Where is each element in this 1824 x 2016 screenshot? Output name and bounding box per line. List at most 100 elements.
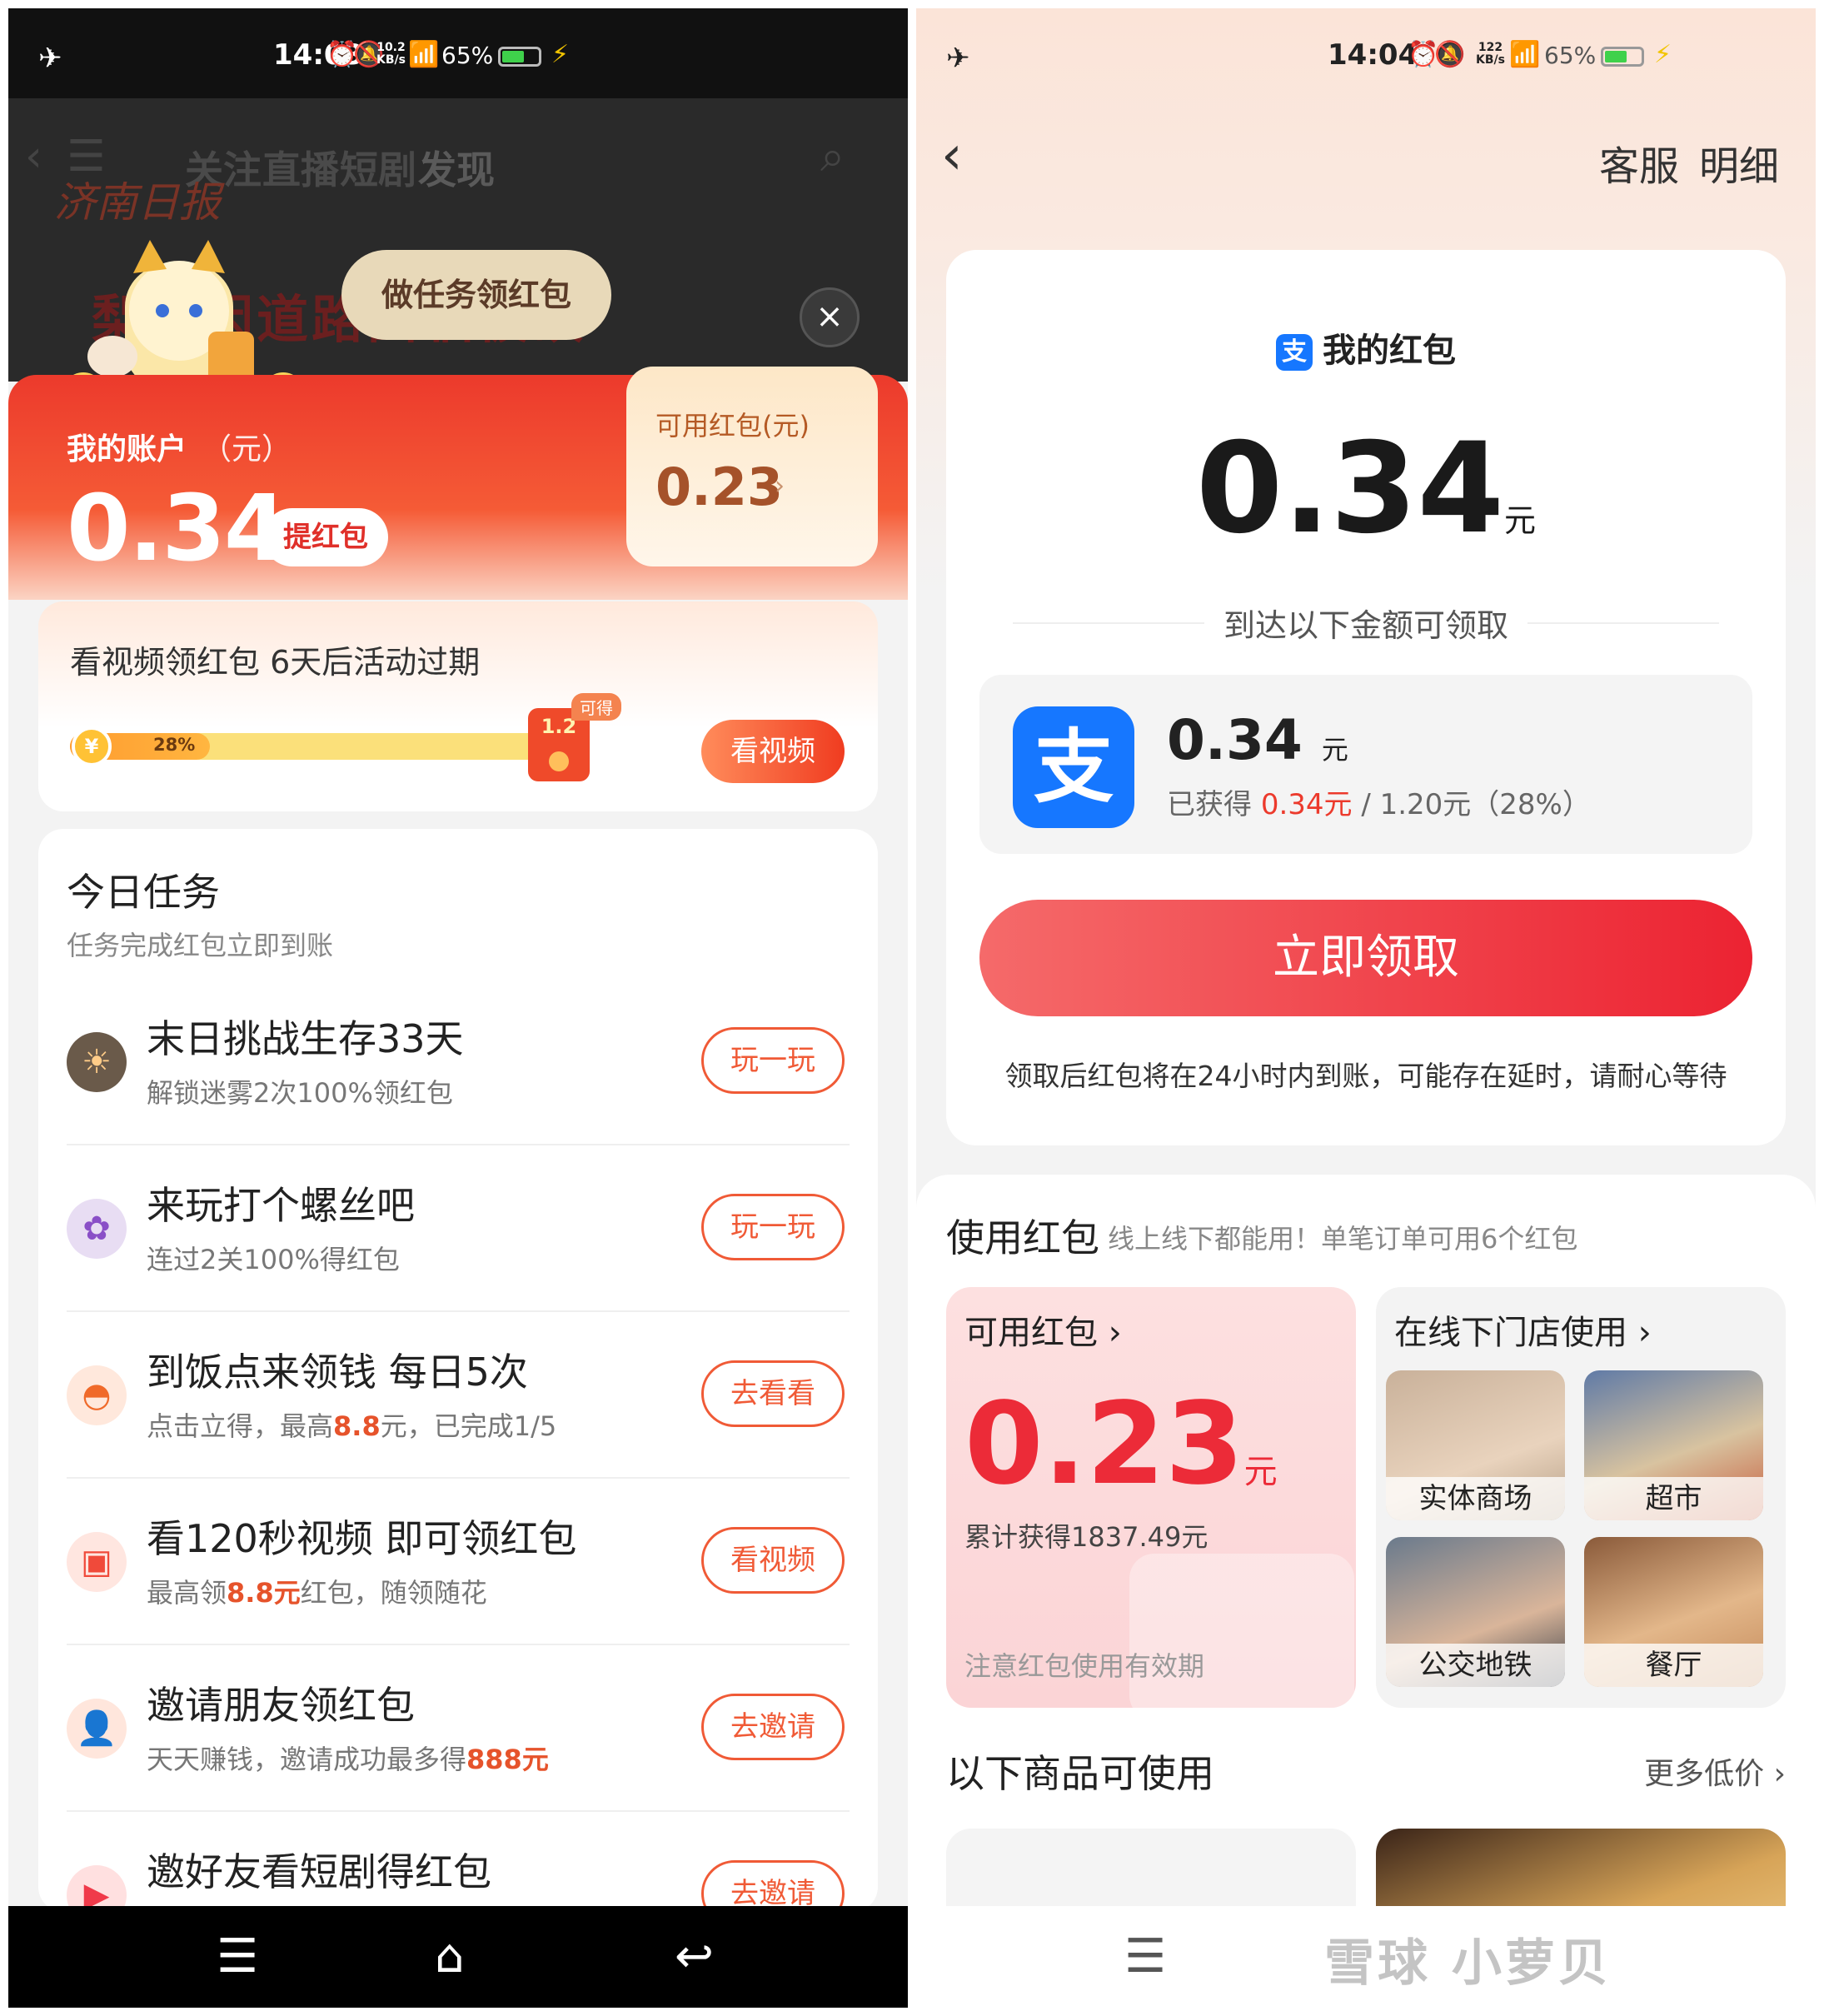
task-row: ✿ 来玩打个螺丝吧 连过2关100%得红包 玩一玩 — [38, 1145, 878, 1312]
more-deals-link[interactable]: 更多低价 › — [1644, 1749, 1786, 1793]
alipay-icon: 支 — [1276, 334, 1313, 371]
battery-percent: 65% — [1544, 42, 1597, 69]
earned-progress: 已获得 0.34元 / 1.20元（28%） — [1167, 788, 1591, 821]
validity-note: 注意红包使用有效期 — [964, 1650, 1205, 1682]
back-icon[interactable]: ‹ — [941, 125, 963, 187]
available-label: 可用红包 › — [964, 1314, 1122, 1352]
tile-supermarket[interactable]: 超市 — [1584, 1370, 1763, 1520]
system-nav-bar: ☰ ⌂ ↩ — [8, 1906, 908, 2008]
meal-bowl-icon: ◓ — [67, 1365, 127, 1425]
tile-restaurant[interactable]: 餐厅 — [1584, 1537, 1763, 1687]
task-name: 到饭点来领钱 每日5次 — [147, 1350, 528, 1395]
charging-icon: ⚡ — [551, 40, 570, 69]
video-campaign-title: 看视频领红包 6天后活动过期 — [70, 644, 481, 681]
progress-percent: 28% — [153, 735, 196, 755]
menu-icon[interactable]: ☰ — [1124, 1929, 1166, 1984]
my-redpacket-card: 支我的红包 0.34元 到达以下金额可领取 支 0.34 元 已获得 0.34元… — [946, 250, 1786, 1145]
obtainable-tag: 可得 — [571, 693, 621, 721]
task-desc: 最高领8.8元红包，随领随花 — [147, 1577, 487, 1609]
redpacket-title: 支我的红包 — [946, 323, 1786, 372]
home-icon[interactable]: ⌂ — [435, 1929, 465, 1984]
progress-bar: 28% — [70, 733, 570, 760]
account-title: 我的账户 （元） — [67, 432, 292, 467]
task-name: 邀请朋友领红包 — [147, 1683, 415, 1728]
watermark: 雪球 小萝贝 — [1324, 1934, 1612, 1993]
alipay-logo-icon: 支 — [1013, 706, 1134, 828]
task-desc: 连过2关100%得红包 — [147, 1244, 400, 1275]
available-redpacket-card[interactable]: 可用红包 › 0.23元 累计获得1837.49元 注意红包使用有效期 — [946, 1287, 1356, 1708]
task-row: 👤 邀请朋友领红包 天天赚钱，邀请成功最多得888元 去邀请 — [38, 1645, 878, 1812]
video-progress-card: 看视频领红包 6天后活动过期 28% ¥ 1.2 可得 看视频 — [38, 601, 878, 811]
task-row: ◓ 到饭点来领钱 每日5次 点击立得，最高8.8元，已完成1/5 去看看 — [38, 1312, 878, 1479]
task-desc: 解锁迷雾2次100%领红包 — [147, 1077, 453, 1109]
use-subtitle: 线上线下都能用！单笔订单可用6个红包 — [1108, 1223, 1578, 1255]
tile-mall[interactable]: 实体商场 — [1386, 1370, 1565, 1520]
account-card: 我的账户 （元） 0.34 提红包 可用红包(元) 0.23 › — [8, 367, 908, 600]
play-button[interactable]: 玩一玩 — [701, 1194, 845, 1260]
account-amount: 0.34 — [67, 475, 287, 581]
available-redpacket-box[interactable]: 可用红包(元) 0.23 › — [626, 367, 878, 566]
status-bar: ✈ 14:03 ⏰ 🔕 10.2 KB/s 📶 65% ⚡ — [8, 8, 908, 98]
bg-tab-drama: 短剧 — [340, 147, 416, 192]
task-row: ▣ 看120秒视频 即可领红包 最高领8.8元红包，随领随花 看视频 — [38, 1479, 878, 1645]
tasks-title: 今日任务 — [67, 870, 220, 915]
net-speed: 10.2 KB/s — [376, 41, 406, 67]
available-value: 0.23 — [655, 457, 783, 517]
task-bubble: 做任务领红包 — [341, 250, 612, 340]
system-nav-bar: ☰ 雪球 小萝贝 — [916, 1906, 1816, 2008]
watch-video-task-button[interactable]: 看视频 — [701, 1527, 845, 1594]
use-title: 使用红包 — [946, 1215, 1099, 1260]
use-redpacket-section: 使用红包 线上线下都能用！单笔订单可用6个红包 可用红包 › 0.23元 累计获… — [916, 1175, 1816, 1995]
battery-icon — [498, 47, 541, 67]
task-name: 末日挑战生存33天 — [147, 1016, 464, 1061]
offline-store-card[interactable]: 在线下门店使用 › 实体商场 超市 公交地铁 餐厅 — [1376, 1287, 1786, 1708]
chevron-right-icon: › — [775, 472, 785, 501]
mute-icon: 🔕 — [1434, 40, 1466, 69]
withdraw-button[interactable]: 提红包 — [263, 508, 388, 566]
customer-service-link[interactable]: 客服 — [1599, 133, 1679, 192]
view-button[interactable]: 去看看 — [701, 1360, 845, 1427]
redpacket-amount: 0.34元 — [1195, 417, 1537, 561]
airplane-mode-icon: ✈ — [38, 42, 62, 75]
battery-icon — [1601, 47, 1644, 67]
search-icon: ⌕ — [820, 132, 845, 182]
task-name: 来玩打个螺丝吧 — [147, 1183, 415, 1228]
charging-icon: ⚡ — [1654, 40, 1672, 69]
game-screw-icon: ✿ — [67, 1199, 127, 1259]
airplane-mode-icon: ✈ — [946, 42, 970, 75]
coin-icon: ¥ — [72, 726, 112, 766]
goods-title: 以下商品可使用 — [946, 1751, 1214, 1796]
detail-link[interactable]: 明细 — [1699, 133, 1779, 192]
newspaper-logo: 济南日报 — [54, 178, 221, 227]
claim-now-button[interactable]: 立即领取 — [979, 900, 1752, 1016]
daily-tasks-card: 今日任务 任务完成红包立即到账 ☀ 末日挑战生存33天 解锁迷雾2次100%领红… — [38, 829, 878, 1927]
battery-percent: 65% — [441, 42, 494, 69]
net-speed: 122 KB/s — [1476, 41, 1505, 67]
task-row: ☀ 末日挑战生存33天 解锁迷雾2次100%领红包 玩一玩 — [38, 979, 878, 1145]
invite-button[interactable]: 去邀请 — [701, 1694, 845, 1760]
task-name: 看120秒视频 即可领红包 — [147, 1516, 577, 1561]
play-button[interactable]: 玩一玩 — [701, 1027, 845, 1094]
available-value: 0.23元 — [964, 1379, 1278, 1510]
back-icon: ‹ — [25, 132, 42, 182]
tile-transit[interactable]: 公交地铁 — [1386, 1537, 1565, 1687]
available-label: 可用红包(元) — [655, 410, 810, 442]
back-icon[interactable]: ↩ — [675, 1929, 714, 1984]
wifi-icon: 📶 — [1509, 40, 1541, 69]
tasks-subtitle: 任务完成红包立即到账 — [67, 930, 334, 961]
status-time: 14:04 — [1328, 38, 1418, 72]
total-earned: 累计获得1837.49元 — [964, 1521, 1209, 1553]
close-button[interactable]: × — [800, 287, 860, 347]
reach-threshold-text: 到达以下金额可领取 — [1223, 607, 1508, 644]
wifi-icon: 📶 — [408, 40, 440, 69]
task-desc: 点击立得，最高8.8元，已完成1/5 — [147, 1410, 557, 1442]
menu-icon[interactable]: ☰ — [217, 1929, 258, 1984]
task-name: 邀好友看短剧得红包 — [147, 1849, 491, 1894]
watch-video-button[interactable]: 看视频 — [701, 720, 845, 783]
task-desc: 天天赚钱，邀请成功最多得888元 — [147, 1744, 549, 1775]
bg-tab-discover: 发现 — [418, 147, 495, 192]
offline-label: 在线下门店使用 › — [1394, 1314, 1652, 1352]
claim-note: 领取后红包将在24小时内到账，可能存在延时，请耐心等待 — [1004, 1060, 1727, 1092]
video-icon: ▣ — [67, 1532, 127, 1592]
left-screen: ✈ 14:03 ⏰ 🔕 10.2 KB/s 📶 65% ⚡ ‹ ☰ 关注 直播 短… — [8, 8, 908, 2008]
